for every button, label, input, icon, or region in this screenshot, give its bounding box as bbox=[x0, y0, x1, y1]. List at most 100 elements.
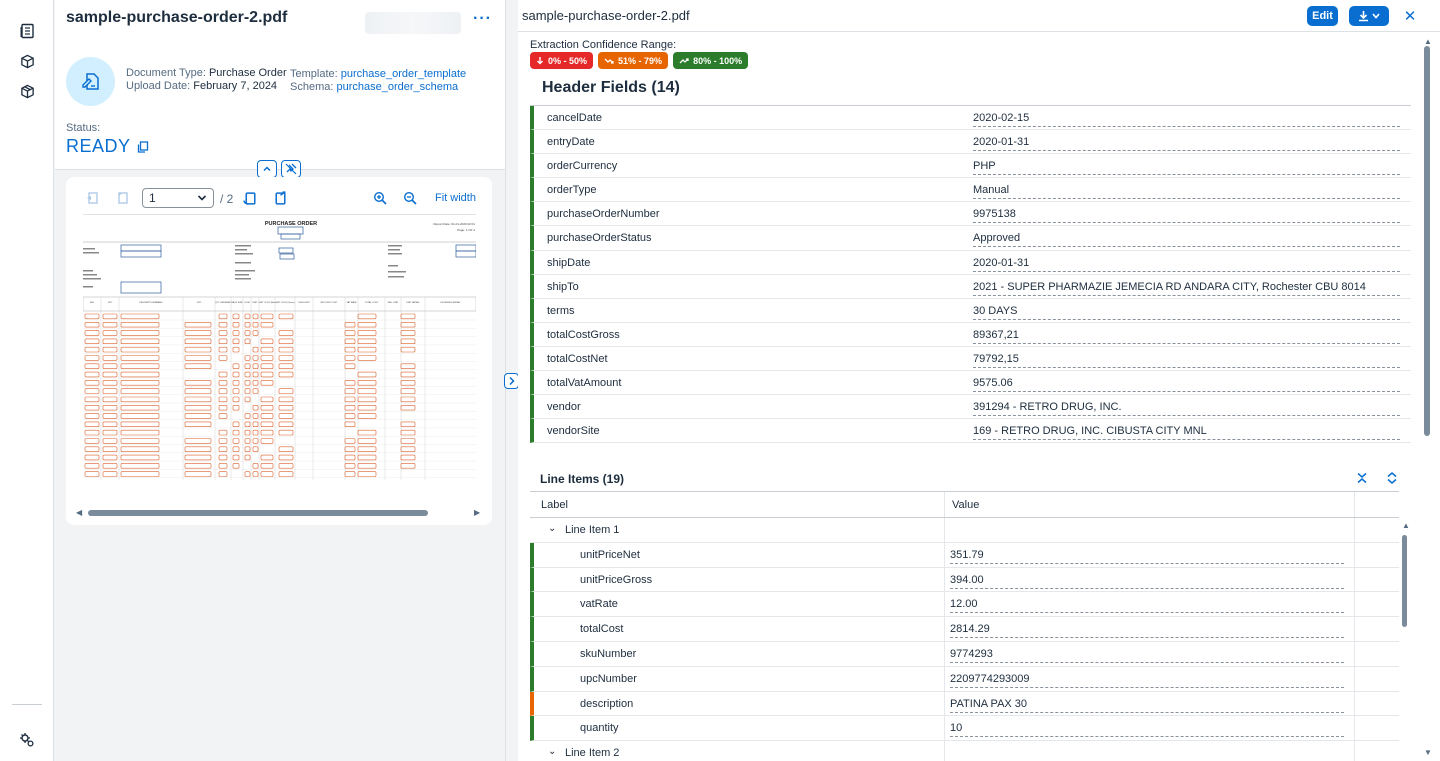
header-field-row[interactable]: orderType Manual bbox=[530, 178, 1411, 203]
pdf-extracted-box bbox=[218, 446, 228, 452]
schema-cube-icon[interactable] bbox=[17, 81, 37, 101]
line-item-group-1[interactable]: ⌄ Line Item 1 bbox=[530, 518, 1399, 543]
line-item-field-row[interactable]: description PATINA PAX 30 bbox=[530, 691, 1399, 717]
header-field-value[interactable]: 391294 - RETRO DRUG, INC. bbox=[973, 401, 1400, 417]
line-item-field-row[interactable]: quantity 10 bbox=[530, 716, 1399, 742]
scroll-right-icon[interactable]: ▶ bbox=[474, 508, 480, 517]
next-page-icon[interactable] bbox=[241, 189, 259, 207]
header-field-value[interactable]: 2020-02-15 bbox=[973, 112, 1400, 127]
header-field-row[interactable]: purchaseOrderNumber 9975138 bbox=[530, 202, 1411, 227]
header-field-row[interactable]: purchaseOrderStatus Approved bbox=[530, 226, 1411, 251]
header-field-value[interactable]: 89367,21 bbox=[973, 329, 1400, 344]
fit-width-button[interactable]: Fit width bbox=[435, 192, 476, 204]
line-item-group-2[interactable]: ⌄ Line Item 2 bbox=[530, 741, 1399, 761]
line-item-field-row[interactable]: upcNumber 2209774293009 bbox=[530, 666, 1399, 692]
status-copy-icon[interactable] bbox=[137, 140, 149, 153]
table-scroll-up-icon[interactable]: ▲ bbox=[1402, 521, 1410, 530]
header-field-value[interactable]: PHP bbox=[973, 160, 1400, 176]
pdf-column-header: DISCOUNT bbox=[298, 302, 310, 304]
pdf-page-preview[interactable]: PURCHASE ORDER Report Date: 01-01-2020 0… bbox=[83, 214, 476, 480]
header-field-value[interactable]: 79792,15 bbox=[973, 353, 1400, 368]
settings-icon[interactable] bbox=[17, 730, 37, 750]
scroll-down-icon[interactable]: ▼ bbox=[1424, 748, 1432, 757]
header-field-row[interactable]: vendor 391294 - RETRO DRUG, INC. bbox=[530, 395, 1411, 420]
header-field-row[interactable]: totalCostNet 79792,15 bbox=[530, 346, 1411, 372]
header-field-value[interactable]: 2020-01-31 bbox=[973, 136, 1400, 152]
line-item-field-row[interactable]: totalCost 2814.29 bbox=[530, 617, 1399, 642]
pdf-extracted-box bbox=[120, 313, 160, 320]
first-page-icon[interactable] bbox=[84, 189, 102, 207]
header-field-value[interactable]: 9575.06 bbox=[973, 377, 1400, 393]
header-field-row[interactable]: orderCurrency PHP bbox=[530, 154, 1411, 179]
expand-panel-button[interactable] bbox=[504, 373, 519, 389]
previous-page-icon[interactable] bbox=[114, 189, 132, 207]
expand-all-button[interactable] bbox=[1384, 470, 1400, 486]
header-field-value[interactable]: 169 - RETRO DRUG, INC. CIBUSTA CITY MNL bbox=[973, 425, 1400, 441]
documents-icon[interactable] bbox=[17, 21, 37, 41]
table-vertical-scrollbar[interactable] bbox=[1402, 535, 1407, 627]
chevron-down-icon[interactable]: ⌄ bbox=[548, 746, 556, 757]
download-button[interactable] bbox=[1349, 6, 1389, 26]
cube-icon[interactable] bbox=[17, 51, 37, 71]
zoom-out-icon[interactable] bbox=[401, 189, 419, 207]
pdf-report-date: Report Date: 01-01-2020 02:01 bbox=[433, 222, 475, 226]
zoom-in-icon[interactable] bbox=[371, 189, 389, 207]
page-select[interactable]: 1 bbox=[142, 188, 214, 208]
line-item-field-value[interactable]: 12.00 bbox=[950, 598, 1344, 614]
pdf-extracted-box bbox=[278, 413, 294, 419]
column-label-header[interactable]: Label bbox=[541, 499, 568, 511]
close-button[interactable]: ✕ bbox=[1402, 6, 1418, 26]
header-field-value[interactable]: 2021 - SUPER PHARMAZIE JEMECIA RD ANDARA… bbox=[973, 281, 1400, 296]
scroll-up-icon[interactable]: ▲ bbox=[1424, 37, 1432, 46]
line-item-field-row[interactable]: vatRate 12.00 bbox=[530, 592, 1399, 618]
header-field-value[interactable]: 30 DAYS bbox=[973, 305, 1400, 320]
header-field-value[interactable]: Manual bbox=[973, 184, 1400, 200]
pdf-extracted-box bbox=[232, 405, 240, 411]
header-field-row[interactable]: shipDate 2020-01-31 bbox=[530, 250, 1411, 275]
header-field-row[interactable]: totalVatAmount 9575.06 bbox=[530, 371, 1411, 396]
trend-up-icon bbox=[679, 57, 689, 63]
pdf-extracted-box bbox=[357, 438, 377, 444]
header-field-row[interactable]: vendorSite 169 - RETRO DRUG, INC. CIBUSTA… bbox=[530, 419, 1411, 444]
chevron-down-icon[interactable]: ⌄ bbox=[548, 523, 556, 534]
panel-vertical-scrollbar[interactable] bbox=[1424, 46, 1430, 436]
line-item-field-value[interactable]: 351.79 bbox=[950, 549, 1344, 564]
header-field-row[interactable]: totalCostGross 89367,21 bbox=[530, 322, 1411, 347]
collapse-all-button[interactable] bbox=[1354, 470, 1370, 486]
line-item-field-row[interactable]: unitPriceGross 394.00 bbox=[530, 567, 1399, 593]
schema-link[interactable]: purchase_order_schema bbox=[336, 81, 458, 93]
pdf-extracted-box bbox=[278, 454, 294, 461]
horizontal-scrollbar[interactable] bbox=[88, 510, 428, 516]
pdf-extracted-box bbox=[184, 413, 212, 419]
last-page-icon[interactable] bbox=[271, 189, 289, 207]
header-field-value[interactable]: 2020-01-31 bbox=[973, 257, 1400, 272]
line-item-field-value[interactable]: 394.00 bbox=[950, 574, 1344, 589]
confidence-chip-high: 80% - 100% bbox=[673, 52, 749, 69]
line-item-field-value[interactable]: 9774293 bbox=[950, 648, 1344, 663]
line-item-field-row[interactable]: unitPriceNet 351.79 bbox=[530, 542, 1399, 568]
line-item-1-fields: unitPriceNet 351.79 unitPriceGross 394.00 va… bbox=[530, 542, 1399, 742]
collapse-header-button[interactable] bbox=[257, 160, 277, 178]
pdf-extracted-box bbox=[120, 396, 160, 403]
header-field-row[interactable]: cancelDate 2020-02-15 bbox=[530, 106, 1411, 131]
pdf-extracted-box bbox=[400, 330, 416, 336]
pin-header-button[interactable] bbox=[281, 160, 301, 178]
pdf-extracted-box bbox=[232, 429, 240, 436]
edit-button[interactable]: Edit bbox=[1307, 6, 1338, 26]
column-value-header[interactable]: Value bbox=[952, 499, 979, 511]
header-field-value[interactable]: Approved bbox=[973, 232, 1400, 248]
header-field-row[interactable]: shipTo 2021 - SUPER PHARMAZIE JEMECIA RD … bbox=[530, 274, 1411, 299]
header-field-value[interactable]: 9975138 bbox=[973, 208, 1400, 224]
header-field-row[interactable]: entryDate 2020-01-31 bbox=[530, 130, 1411, 155]
collapse-all-icon bbox=[1357, 472, 1367, 484]
template-link[interactable]: purchase_order_template bbox=[341, 68, 466, 80]
line-item-field-value[interactable]: 2814.29 bbox=[950, 623, 1344, 639]
scroll-left-icon[interactable]: ◀ bbox=[76, 508, 82, 517]
line-item-field-value[interactable]: PATINA PAX 30 bbox=[950, 698, 1344, 713]
line-item-field-value[interactable]: 2209774293009 bbox=[950, 673, 1344, 688]
pdf-extracted-box bbox=[84, 413, 100, 419]
line-item-field-row[interactable]: skuNumber 9774293 bbox=[530, 641, 1399, 667]
more-options-button[interactable]: ··· bbox=[473, 10, 492, 28]
header-field-row[interactable]: terms 30 DAYS bbox=[530, 298, 1411, 323]
line-item-field-value[interactable]: 10 bbox=[950, 722, 1344, 738]
